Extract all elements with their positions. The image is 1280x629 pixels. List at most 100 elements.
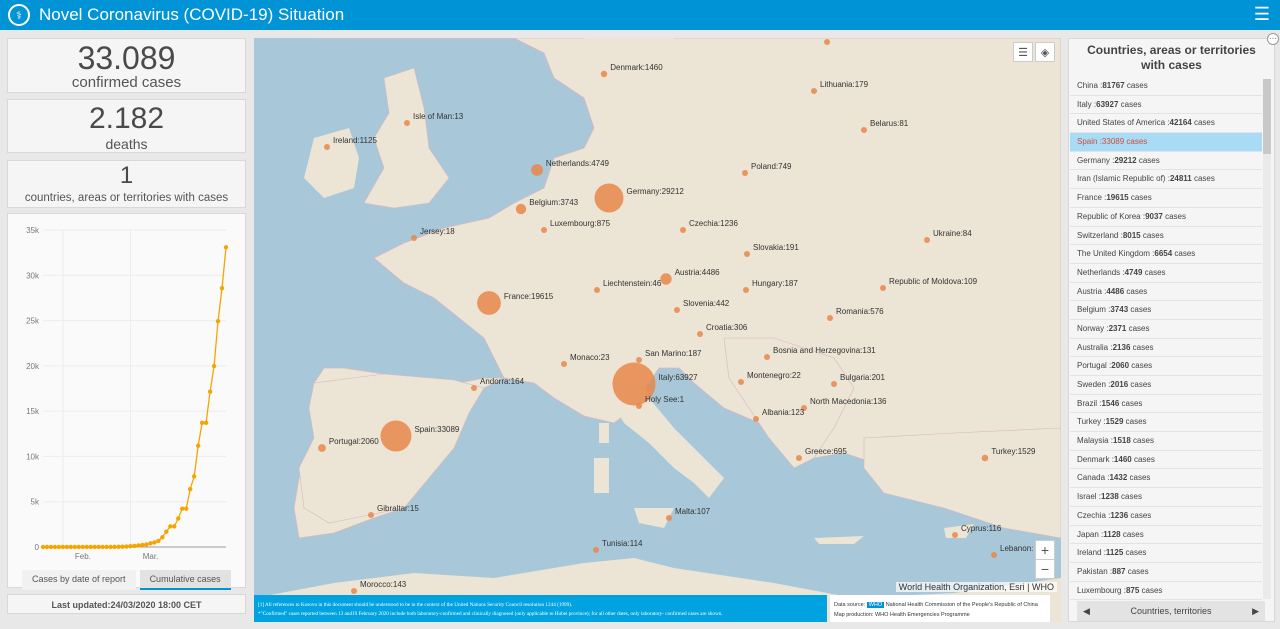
case-bubble[interactable] <box>674 307 680 313</box>
data-point[interactable] <box>207 389 213 394</box>
data-point[interactable] <box>176 516 181 521</box>
data-point[interactable] <box>80 544 85 550</box>
list-item[interactable]: Turkey :1529 cases <box>1070 413 1262 433</box>
case-bubble[interactable] <box>952 532 958 538</box>
case-bubble[interactable] <box>861 127 867 133</box>
list-item[interactable]: Malaysia :1518 cases <box>1070 432 1262 451</box>
case-bubble[interactable] <box>477 291 501 315</box>
case-bubble[interactable] <box>753 416 759 422</box>
data-point[interactable] <box>40 544 46 550</box>
data-point[interactable] <box>44 544 50 550</box>
data-point[interactable] <box>132 543 137 549</box>
list-item[interactable]: Portugal :2060 cases <box>1070 357 1262 376</box>
data-point[interactable] <box>68 544 74 550</box>
case-bubble[interactable] <box>593 547 599 553</box>
data-point[interactable] <box>148 541 153 546</box>
list-scrollbar[interactable] <box>1263 79 1271 599</box>
data-point[interactable] <box>128 544 133 549</box>
case-bubble[interactable] <box>318 444 326 452</box>
data-point[interactable] <box>156 538 161 544</box>
tab-cases-by-date[interactable]: Cases by date of report <box>22 570 136 590</box>
case-bubble[interactable] <box>743 287 749 293</box>
zoom-out-button[interactable]: − <box>1035 559 1055 579</box>
data-point[interactable] <box>223 245 229 250</box>
case-bubble[interactable] <box>368 512 374 518</box>
prev-arrow-icon[interactable]: ◀ <box>1083 606 1090 617</box>
list-item[interactable]: Spain :33089 cases <box>1070 133 1262 152</box>
case-bubble[interactable] <box>471 385 477 391</box>
list-item[interactable]: Japan :1128 cases <box>1070 526 1262 545</box>
case-bubble[interactable] <box>515 203 527 215</box>
case-bubble[interactable] <box>561 361 567 367</box>
list-scrollbar-thumb[interactable] <box>1263 79 1271 154</box>
list-item[interactable]: Sweden :2016 cases <box>1070 376 1262 395</box>
data-point[interactable] <box>140 542 145 548</box>
list-item[interactable]: Germany :29212 cases <box>1070 152 1262 171</box>
list-item[interactable]: Iran (Islamic Republic of) :24811 cases <box>1070 170 1262 190</box>
case-bubble[interactable] <box>680 227 686 233</box>
data-point[interactable] <box>64 544 70 550</box>
list-item[interactable]: China :81767 cases <box>1070 77 1262 96</box>
list-item[interactable]: Netherlands :4749 cases <box>1070 264 1262 283</box>
data-point[interactable] <box>124 544 129 549</box>
data-point[interactable] <box>168 524 173 529</box>
list-item[interactable]: Denmark :1460 cases <box>1070 451 1262 470</box>
case-bubble[interactable] <box>324 144 330 150</box>
case-bubble[interactable] <box>697 331 703 337</box>
case-bubble[interactable] <box>636 403 642 409</box>
data-point[interactable] <box>180 506 185 511</box>
list-item[interactable]: Brazil :1546 cases <box>1070 395 1262 414</box>
list-item[interactable]: Belgium :3743 cases <box>1070 301 1262 320</box>
case-bubble[interactable] <box>796 455 802 461</box>
case-bubble[interactable] <box>594 183 624 213</box>
case-bubble[interactable] <box>666 515 672 521</box>
case-bubble[interactable] <box>742 170 748 176</box>
data-point[interactable] <box>88 544 93 550</box>
data-point[interactable] <box>164 529 169 534</box>
layers-icon[interactable]: ◈ <box>1035 42 1055 62</box>
data-point[interactable] <box>108 544 113 550</box>
case-bubble[interactable] <box>744 251 750 257</box>
data-point[interactable] <box>104 544 109 550</box>
data-point[interactable] <box>120 544 125 549</box>
list-item[interactable]: Australia :2136 cases <box>1070 339 1262 358</box>
data-point[interactable] <box>96 544 101 550</box>
case-bubble[interactable] <box>738 379 744 385</box>
legend-list-icon[interactable]: ☰ <box>1013 42 1033 62</box>
list-item[interactable]: Ireland :1125 cases <box>1070 544 1262 563</box>
data-point[interactable] <box>219 286 225 291</box>
list-item[interactable]: Pakistan :887 cases <box>1070 563 1262 582</box>
list-item[interactable]: France :19615 cases <box>1070 189 1262 208</box>
data-point[interactable] <box>92 544 97 550</box>
case-bubble[interactable] <box>380 420 412 452</box>
case-bubble[interactable] <box>764 354 770 360</box>
data-point[interactable] <box>136 543 141 548</box>
data-point[interactable] <box>144 542 149 547</box>
case-bubble[interactable] <box>827 315 833 321</box>
data-point[interactable] <box>116 544 121 549</box>
data-point[interactable] <box>211 363 217 369</box>
case-bubble[interactable] <box>660 273 672 285</box>
data-point[interactable] <box>48 544 54 550</box>
case-bubble[interactable] <box>924 237 930 243</box>
data-point[interactable] <box>172 524 177 529</box>
map-canvas[interactable]: Latvia:180 Denmark:1460 Lithuania:179 Isle … <box>254 38 1061 622</box>
data-point[interactable] <box>191 474 197 479</box>
info-icon[interactable]: ⋯ <box>1267 33 1279 45</box>
case-bubble[interactable] <box>636 357 642 363</box>
data-point[interactable] <box>195 443 201 448</box>
case-bubble[interactable] <box>831 381 837 387</box>
data-point[interactable] <box>187 486 193 492</box>
data-point[interactable] <box>60 544 66 550</box>
list-item[interactable]: Switzerland :8015 cases <box>1070 227 1262 246</box>
case-bubble[interactable] <box>824 39 830 45</box>
list-item[interactable]: The United Kingdom :6654 cases <box>1070 245 1262 264</box>
data-point[interactable] <box>184 506 189 511</box>
countries-list[interactable]: China :81767 cases Italy :63927 cases Unit… <box>1070 77 1262 601</box>
case-bubble[interactable] <box>351 588 357 594</box>
list-item[interactable]: Luxembourg :875 cases <box>1070 582 1262 601</box>
data-point[interactable] <box>76 544 82 550</box>
list-item[interactable]: Norway :2371 cases <box>1070 320 1262 339</box>
data-point[interactable] <box>112 544 117 550</box>
data-point[interactable] <box>199 420 205 425</box>
